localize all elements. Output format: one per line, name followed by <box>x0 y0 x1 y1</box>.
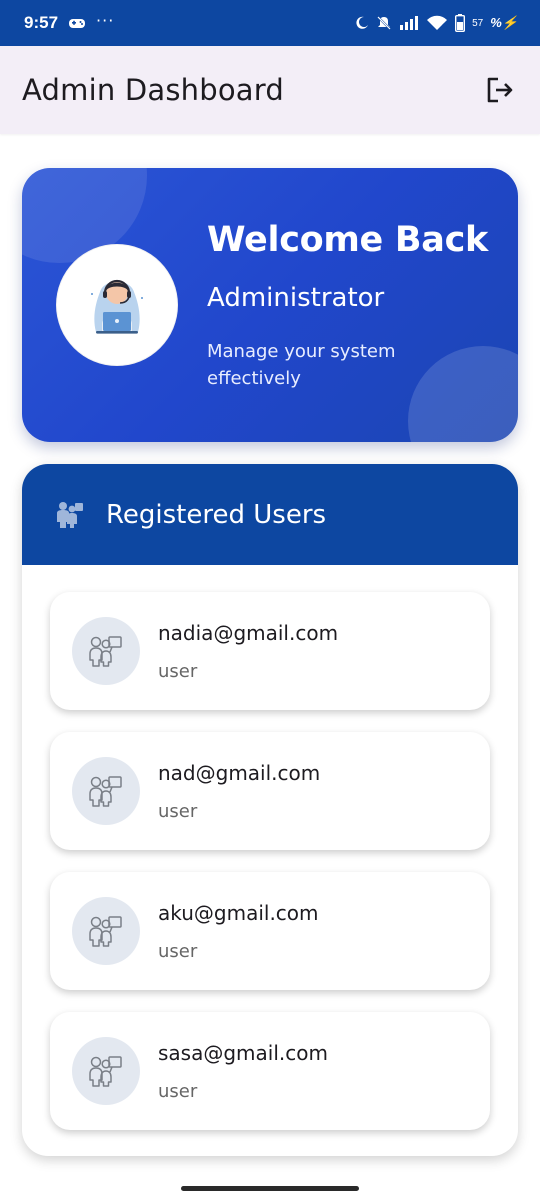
logout-button[interactable] <box>482 72 518 108</box>
users-panel-header: Registered Users <box>22 464 518 565</box>
user-group-icon <box>89 776 122 807</box>
status-time: 9:57 <box>24 13 59 32</box>
user-list: nadia@gmail.com user nad@gmail.com user … <box>50 592 490 1152</box>
users-panel-title: Registered Users <box>106 499 327 530</box>
user-role: user <box>158 660 198 682</box>
user-card[interactable]: aku@gmail.com user <box>50 872 490 990</box>
moon-icon <box>356 16 369 29</box>
welcome-card: Welcome Back Administrator Manage your s… <box>22 168 518 442</box>
user-email: sasa@gmail.com <box>158 1040 328 1065</box>
gamepad-icon <box>69 19 86 28</box>
user-role: user <box>158 940 198 962</box>
user-avatar <box>72 897 140 965</box>
registered-users-panel: Registered Users nadia@gmail.com user na… <box>22 464 518 1156</box>
wifi-icon <box>427 15 448 30</box>
user-role: user <box>158 800 198 822</box>
user-info: sasa@gmail.com user <box>158 1041 328 1102</box>
people-icon <box>57 501 83 528</box>
user-avatar <box>72 617 140 685</box>
signal-icon <box>400 16 419 30</box>
user-avatar <box>72 757 140 825</box>
welcome-description: Manage your system effectively <box>207 341 396 389</box>
user-email: aku@gmail.com <box>158 900 319 925</box>
user-card[interactable]: sasa@gmail.com user <box>50 1012 490 1130</box>
status-right: 57 %⚡ <box>355 14 518 32</box>
battery-icon <box>455 14 466 32</box>
more-notifications-indicator: ··· <box>96 10 115 30</box>
user-role: user <box>158 1080 198 1102</box>
battery-level: 57 <box>472 17 484 29</box>
support-agent-illustration <box>91 279 143 334</box>
logout-icon <box>487 77 513 103</box>
page-title: Admin Dashboard <box>22 73 284 107</box>
status-left: 9:57 ··· <box>24 10 115 33</box>
admin-avatar <box>56 244 178 366</box>
user-info: aku@gmail.com user <box>158 901 319 962</box>
app-bar: Admin Dashboard <box>0 46 540 134</box>
user-card[interactable]: nad@gmail.com user <box>50 732 490 850</box>
user-email: nadia@gmail.com <box>158 620 339 645</box>
user-card[interactable]: nadia@gmail.com user <box>50 592 490 710</box>
user-avatar <box>72 1037 140 1105</box>
user-group-icon <box>89 916 122 947</box>
user-info: nad@gmail.com user <box>158 761 320 822</box>
charging-indicator: %⚡ <box>490 15 518 30</box>
welcome-title: Welcome Back <box>207 220 488 260</box>
user-info: nadia@gmail.com user <box>158 621 338 682</box>
status-bar: 9:57 ··· 57 %⚡ <box>0 0 540 46</box>
welcome-role: Administrator <box>207 283 385 313</box>
mute-icon <box>377 16 391 30</box>
user-group-icon <box>89 1056 122 1087</box>
gesture-navigation-bar[interactable] <box>181 1186 359 1191</box>
user-group-icon <box>89 636 122 667</box>
user-email: nad@gmail.com <box>158 760 321 785</box>
